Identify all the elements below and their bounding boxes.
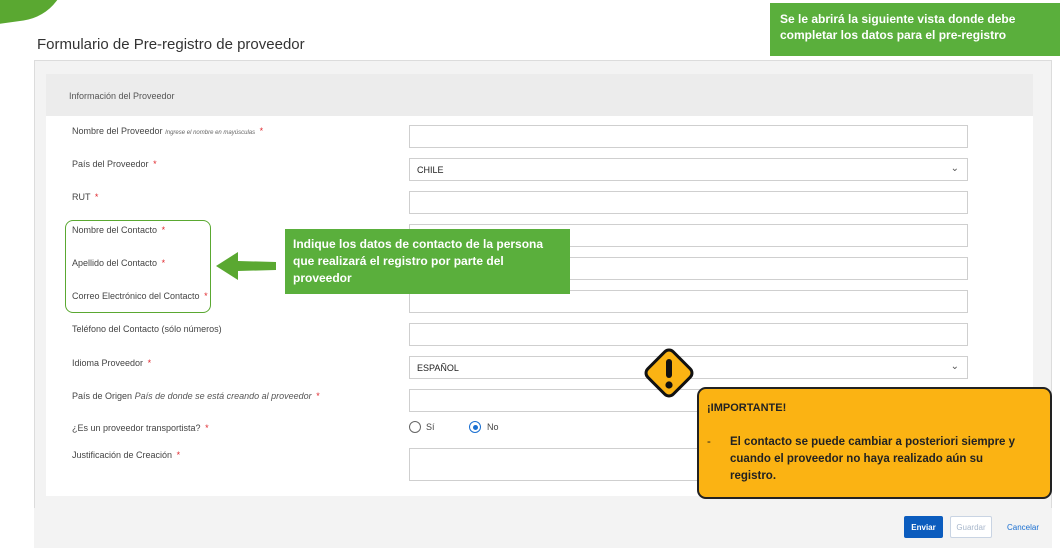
important-text: El contacto se puede cambiar a posterior… [730,436,1016,482]
supplier-language-label: Idioma Proveedor * [72,358,152,368]
warning-icon [644,348,694,398]
radio-yes[interactable] [409,421,421,433]
radio-no-label: No [487,422,499,432]
corner-decoration [0,0,74,27]
radio-yes-label: Sí [426,422,435,432]
required-mark: * [176,450,181,460]
supplier-country-value: CHILE [417,164,444,175]
form-footer [34,508,1052,548]
supplier-country-label: País del Proveedor * [72,159,157,169]
supplier-name-hint: Ingrese el nombre en mayúsculas [165,130,256,136]
supplier-name-input[interactable] [409,125,968,148]
bullet-dash: - [707,436,711,448]
chevron-down-icon: ⌄ [950,163,959,174]
instruction-callout-top: Se le abrirá la siguiente vista donde de… [770,3,1060,56]
important-title: ¡IMPORTANTE! [707,402,787,414]
required-mark: * [147,358,152,368]
required-mark: * [259,126,264,136]
section-header: Información del Proveedor [46,74,1033,116]
supplier-country-select[interactable]: CHILE ⌄ [409,158,968,181]
rut-label: RUT * [72,192,99,202]
is-transport-label: ¿Es un proveedor transportista? * [72,423,209,433]
justification-label: Justificación de Creación * [72,450,181,460]
supplier-name-label: Nombre del Proveedor Ingrese el nombre e… [72,126,264,136]
required-mark: * [205,423,209,433]
page-title: Formulario de Pre-registro de proveedor [37,36,305,53]
arrow-left-icon [216,252,276,280]
contact-phone-label: Teléfono del Contacto (sólo números) [72,324,222,334]
send-button[interactable]: Enviar [904,516,943,538]
contact-fields-highlight [65,220,211,313]
save-button[interactable]: Guardar [950,516,992,538]
rut-input[interactable] [409,191,968,214]
chevron-down-icon: ⌄ [950,361,959,372]
radio-no[interactable] [469,421,481,433]
contact-instruction-callout: Indique los datos de contacto de la pers… [285,229,570,294]
section-header-label: Información del Proveedor [69,91,175,101]
required-mark: * [316,391,320,401]
important-notice: ¡IMPORTANTE! - El contacto se puede camb… [697,387,1052,499]
supplier-language-value: ESPAÑOL [417,362,459,373]
origin-country-hint: País de donde se está creando al proveed… [134,391,312,401]
origin-country-label: País de Origen País de donde se está cre… [72,391,320,401]
required-mark: * [94,192,99,202]
cancel-button[interactable]: Cancelar [1003,516,1043,538]
required-mark: * [153,159,157,169]
